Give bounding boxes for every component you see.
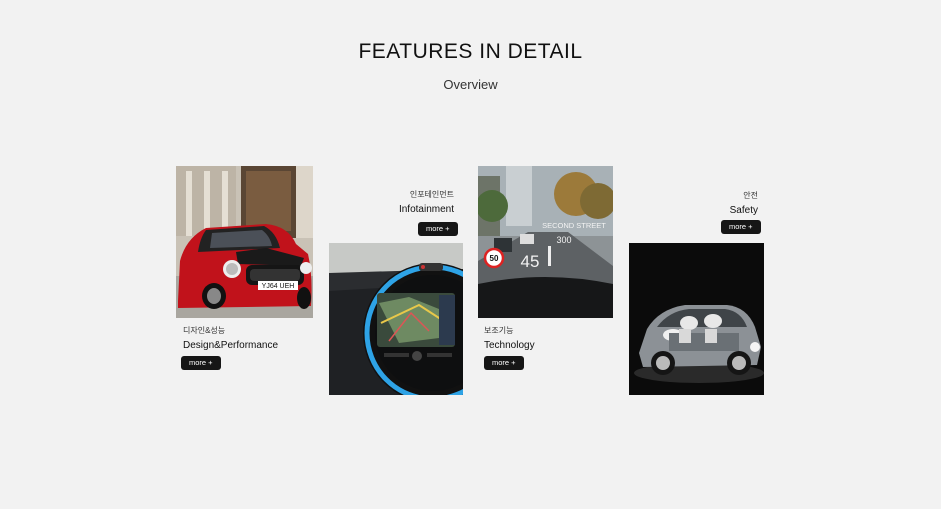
- card-label-en: Infotainment: [398, 204, 454, 215]
- more-button-technology[interactable]: more +: [484, 356, 524, 370]
- more-button-safety[interactable]: more +: [721, 220, 761, 234]
- hud-speed: 45: [521, 252, 540, 271]
- card-label-ko: 안전: [743, 191, 758, 200]
- more-button-infotainment[interactable]: more +: [418, 222, 458, 236]
- safety-image[interactable]: [629, 243, 764, 395]
- hud-distance: 300: [556, 235, 571, 245]
- infotainment-image[interactable]: [329, 243, 463, 395]
- card-label-en: Design&Performance: [183, 340, 279, 351]
- license-plate: YJ64 UEH: [262, 283, 295, 290]
- hud-street: SECOND STREET: [542, 221, 606, 230]
- card-label-en: Safety: [729, 205, 758, 216]
- technology-image[interactable]: 50 45 SECOND STREET 300: [478, 166, 613, 318]
- speed-limit-sign: 50: [490, 254, 499, 263]
- design-performance-image[interactable]: YJ64 UEH: [176, 166, 313, 318]
- card-label-ko: 보조기능: [484, 326, 514, 335]
- section-subtitle: Overview: [443, 77, 498, 92]
- more-button-design[interactable]: more +: [181, 356, 221, 370]
- card-label-ko: 인포테인먼트: [409, 190, 454, 199]
- card-label-ko: 디자인&성능: [183, 326, 226, 335]
- card-label-en: Technology: [484, 340, 535, 351]
- section-title: FEATURES IN DETAIL: [358, 40, 583, 63]
